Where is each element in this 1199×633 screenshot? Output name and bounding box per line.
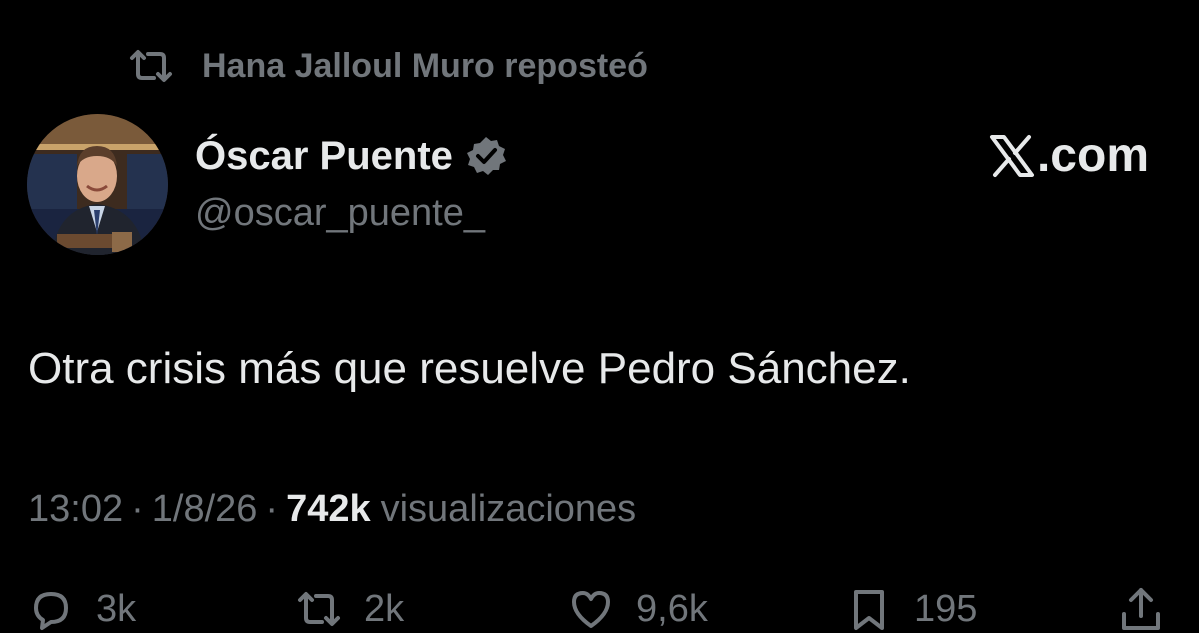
verified-badge-icon [465,135,507,177]
repost-context[interactable]: Hana Jalloul Muro reposteó [128,44,648,88]
repost-icon [128,48,174,84]
bookmark-count: 195 [914,587,978,630]
author-display-name[interactable]: Óscar Puente [195,134,453,179]
reply-icon [28,586,74,632]
meta-separator: · [265,488,279,530]
brand-watermark: .com [988,128,1149,183]
author-name-row[interactable]: Óscar Puente [195,130,507,182]
tweet-time[interactable]: 13:02 [28,488,123,531]
views-count[interactable]: 742k [286,488,371,531]
bookmark-icon [846,586,892,632]
repost-icon [296,586,342,632]
brand-domain: .com [1036,129,1149,182]
repost-count: 2k [364,587,405,630]
repost-label: Hana Jalloul Muro reposteó [202,46,648,85]
share-button[interactable] [1118,586,1186,632]
repost-button[interactable]: 2k [296,586,404,632]
share-icon [1118,586,1164,632]
reply-button[interactable]: 3k [28,586,136,632]
bookmark-button[interactable]: 195 [846,586,977,632]
tweet-meta: 13:02 · 1/8/26 · 742k visualizaciones [28,488,636,531]
reply-count: 3k [96,587,137,630]
action-bar: 3k 2k 9,6k 195 [0,586,1199,633]
x-logo-icon [988,133,1036,179]
heart-icon [568,586,614,632]
tweet-card[interactable]: Hana Jalloul Muro reposteó Óscar Puente [0,0,1199,633]
tweet-text: Otra crisis más que resuelve Pedro Sánch… [28,344,911,393]
avatar[interactable] [27,114,168,255]
like-count: 9,6k [636,587,708,630]
tweet-date[interactable]: 1/8/26 [152,488,258,531]
like-button[interactable]: 9,6k [568,586,708,632]
author-handle[interactable]: @oscar_puente_ [195,192,485,235]
meta-separator: · [131,488,144,530]
views-label: visualizaciones [380,488,637,530]
